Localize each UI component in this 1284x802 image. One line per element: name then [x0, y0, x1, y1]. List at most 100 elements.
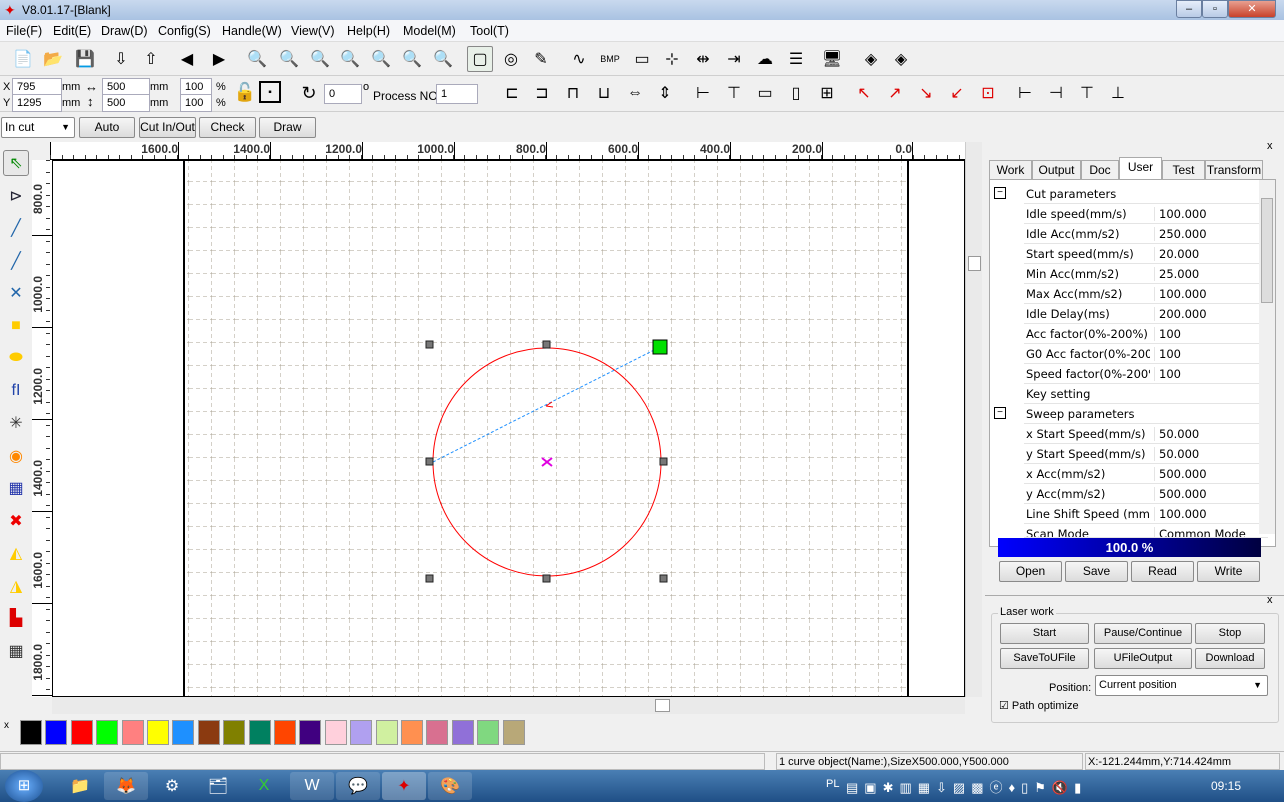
- menu-handle[interactable]: Handle(W): [222, 24, 282, 38]
- select-icon[interactable]: ⇖: [3, 150, 29, 176]
- taskbar-explorer-icon[interactable]: 📁: [58, 772, 102, 800]
- y-input[interactable]: [12, 94, 62, 112]
- pause-continue-button[interactable]: Pause/Continue: [1094, 623, 1192, 644]
- bitmap-icon[interactable]: ◉: [3, 443, 29, 469]
- property-row[interactable]: Idle Acc(mm/s2) 250.000: [1024, 224, 1268, 244]
- taskbar-chat-icon[interactable]: 💬: [336, 772, 380, 800]
- write-button[interactable]: Write: [1197, 561, 1260, 582]
- cut-mode-select[interactable]: In cut ▼: [1, 117, 75, 138]
- taskbar-firefox-icon[interactable]: 🦊: [104, 772, 148, 800]
- color-swatch[interactable]: [45, 720, 68, 745]
- color-swatch[interactable]: [172, 720, 195, 745]
- property-value[interactable]: 50.000: [1154, 447, 1199, 461]
- property-value[interactable]: 100: [1154, 327, 1181, 341]
- zoom-select-icon[interactable]: 🔍: [368, 46, 394, 72]
- mirror-h-icon[interactable]: ◭: [3, 540, 29, 566]
- color-swatch[interactable]: [401, 720, 423, 745]
- tab-transform[interactable]: Transform: [1205, 160, 1263, 179]
- start-button[interactable]: ⊞: [5, 770, 43, 802]
- vertical-scroll-thumb[interactable]: [968, 256, 981, 271]
- process-no-input[interactable]: [436, 84, 478, 104]
- property-value[interactable]: 500.000: [1154, 487, 1207, 501]
- tab-output[interactable]: Output: [1032, 160, 1081, 179]
- menu-file[interactable]: File(F): [6, 24, 42, 38]
- lock-icon[interactable]: 🔓: [234, 81, 256, 103]
- drawing-canvas[interactable]: [52, 160, 965, 697]
- property-row[interactable]: y Acc(mm/s2) 500.000: [1024, 484, 1268, 504]
- property-scrollbar[interactable]: [1259, 180, 1275, 534]
- rectangle-icon[interactable]: ■: [3, 313, 29, 339]
- color-swatch[interactable]: [502, 720, 525, 745]
- array-copy-icon[interactable]: ▦: [3, 638, 29, 664]
- start-button[interactable]: Start: [1000, 623, 1089, 644]
- taskbar-files-icon[interactable]: 🗂: [196, 772, 240, 800]
- property-row[interactable]: Idle speed(mm/s) 100.000: [1024, 204, 1268, 224]
- laser-head-icon[interactable]: ▙: [3, 605, 29, 631]
- menu-view[interactable]: View(V): [291, 24, 335, 38]
- top-edge-icon[interactable]: ⊤: [1074, 80, 1100, 106]
- position-select[interactable]: Current position ▼: [1095, 675, 1268, 696]
- download-button[interactable]: Download: [1195, 648, 1265, 669]
- tab-doc[interactable]: Doc: [1081, 160, 1119, 179]
- property-value[interactable]: 100: [1154, 367, 1181, 381]
- bottom-edge-icon[interactable]: ⊥: [1105, 80, 1131, 106]
- property-row[interactable]: Acc factor(0%-200%) 100: [1024, 324, 1268, 344]
- export-icon[interactable]: ⇧: [138, 46, 164, 72]
- node-edit-icon[interactable]: ⊳: [3, 183, 29, 209]
- center-h-icon[interactable]: ⇔: [622, 80, 648, 106]
- path-optimize-checkbox[interactable]: ☑ Path optimize: [999, 699, 1199, 715]
- delete-icon[interactable]: ✖: [3, 508, 29, 534]
- tab-user[interactable]: User: [1119, 157, 1162, 180]
- menu-help[interactable]: Help(H): [347, 24, 390, 38]
- list-icon[interactable]: ☰: [783, 46, 809, 72]
- back-icon[interactable]: ◀: [174, 46, 200, 72]
- close-button[interactable]: ✕: [1228, 0, 1276, 18]
- color-swatch[interactable]: [350, 720, 373, 745]
- rectangle-tool-icon[interactable]: ▭: [629, 46, 655, 72]
- rotate-icon[interactable]: ↻: [296, 80, 322, 106]
- rotation-input[interactable]: [324, 84, 362, 104]
- property-row[interactable]: Idle Delay(ms) 200.000: [1024, 304, 1268, 324]
- new-file-icon[interactable]: 📄: [10, 46, 36, 72]
- property-row[interactable]: Key setting: [1024, 384, 1268, 404]
- property-row[interactable]: Max Acc(mm/s2) 100.000: [1024, 284, 1268, 304]
- object2-icon[interactable]: ◈: [888, 46, 914, 72]
- property-scroll-thumb[interactable]: [1261, 198, 1273, 303]
- color-swatch[interactable]: [70, 720, 93, 745]
- read-button[interactable]: Read: [1131, 561, 1194, 582]
- zoom-out-icon[interactable]: 🔍: [307, 46, 333, 72]
- savetoufile-button[interactable]: SaveToUFile: [1000, 648, 1089, 669]
- color-swatch[interactable]: [96, 720, 119, 745]
- bottom-right-icon[interactable]: ↘: [913, 80, 939, 106]
- move-icon[interactable]: ⇥: [721, 46, 747, 72]
- color-swatch[interactable]: [121, 720, 144, 745]
- menu-tool[interactable]: Tool(T): [470, 24, 509, 38]
- grid-array-icon[interactable]: ▦: [3, 475, 29, 501]
- taskbar-paint-icon[interactable]: 🎨: [428, 772, 472, 800]
- save-button[interactable]: Save: [1065, 561, 1128, 582]
- taskbar-word-icon[interactable]: W: [290, 772, 334, 800]
- bmp-icon[interactable]: BMP: [597, 46, 623, 72]
- color-swatch[interactable]: [248, 720, 271, 745]
- top-right-icon[interactable]: ↗: [882, 80, 908, 106]
- auto-button[interactable]: Auto: [79, 117, 135, 138]
- minimize-button[interactable]: –: [1176, 0, 1202, 18]
- taskbar-app-icon[interactable]: ⚙: [150, 772, 194, 800]
- property-value[interactable]: 50.000: [1154, 427, 1199, 441]
- top-left-icon[interactable]: ↖: [851, 80, 877, 106]
- laser-panel-close-icon[interactable]: x: [1267, 594, 1273, 606]
- origin-icon[interactable]: ◎: [498, 46, 524, 72]
- select-frame-icon[interactable]: ▢: [467, 46, 493, 72]
- color-swatch[interactable]: [147, 720, 169, 745]
- color-swatch[interactable]: [477, 720, 500, 745]
- stop-button[interactable]: Stop: [1195, 623, 1265, 644]
- horizontal-scrollbar[interactable]: [52, 697, 965, 714]
- space-h-icon[interactable]: ⊢: [690, 80, 716, 106]
- same-size-icon[interactable]: ⊞: [814, 80, 840, 106]
- start-point-handle[interactable]: [652, 339, 668, 355]
- clock[interactable]: 09:15: [1211, 779, 1241, 793]
- property-row[interactable]: Sweep parameters: [1024, 404, 1268, 424]
- pen-icon[interactable]: ✎: [528, 46, 554, 72]
- collapse-icon[interactable]: −: [994, 407, 1006, 419]
- property-row[interactable]: y Start Speed(mm/s) 50.000: [1024, 444, 1268, 464]
